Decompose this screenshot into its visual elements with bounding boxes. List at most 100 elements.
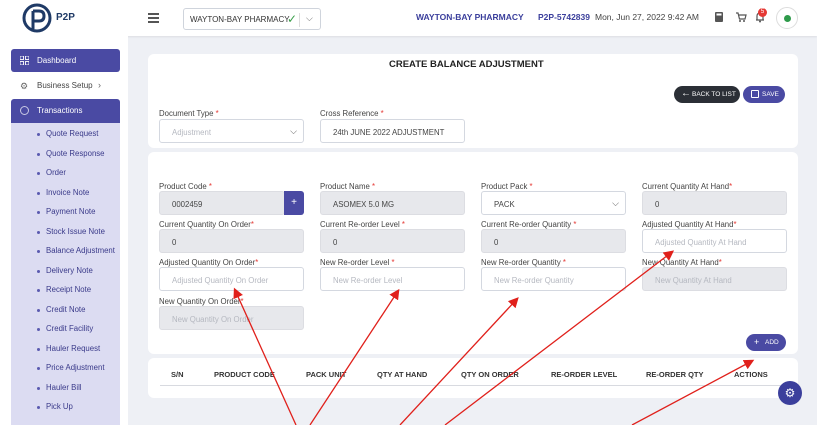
sidebar-subitem-delivery-note[interactable]: Delivery Note <box>11 262 120 280</box>
sidebar-subitem-label: Quote Request <box>46 129 99 138</box>
sidebar-item-business-setup[interactable]: ⚙ Business Setup › <box>11 76 120 96</box>
product-code-value: 0002459 <box>172 200 203 209</box>
sidebar-subitem-label: Stock Issue Note <box>46 226 105 236</box>
new-reorder-qty-placeholder: New Re-order Quantity <box>494 276 574 285</box>
add-item-button[interactable]: + ADD <box>746 334 786 351</box>
sidebar-subitem-invoice-note[interactable]: Invoice Note <box>11 184 120 202</box>
cart-icon[interactable] <box>735 11 747 23</box>
sidebar-subitem-receipt-note[interactable]: Receipt Note <box>11 281 120 299</box>
cross-reference-input[interactable]: 24th JUNE 2022 ADJUSTMENT <box>320 119 465 143</box>
app-logo[interactable] <box>22 3 52 33</box>
product-pack-select[interactable]: PACK ⌵ <box>481 191 626 215</box>
bullet-icon <box>37 172 40 175</box>
sidebar-subitem-label: Price Adjustment <box>46 363 105 372</box>
sidebar-item-dashboard[interactable]: Dashboard <box>11 49 120 72</box>
sidebar-subitem-order[interactable]: Order <box>11 164 120 182</box>
sidebar-subitem-label: Payment Note <box>46 207 96 216</box>
document-type-label: Document Type * <box>159 109 219 118</box>
new-reorder-level-input[interactable]: New Re-order Level <box>320 267 465 291</box>
current-reorder-qty-input[interactable]: 0 <box>481 229 626 253</box>
current-qty-on-order-input[interactable]: 0 <box>159 229 304 253</box>
bullet-icon <box>37 269 40 273</box>
adjusted-qty-at-hand-input[interactable]: Adjusted Quantity At Hand <box>642 229 787 253</box>
sidebar-subitem-label: Credit Note <box>46 304 86 314</box>
calculator-icon[interactable] <box>713 11 725 23</box>
new-reorder-qty-label: New Re-order Quantity * <box>481 258 566 267</box>
sidebar-item-label: Transactions <box>37 106 83 115</box>
new-qty-on-order-label: New Quantity On Order* <box>159 297 244 306</box>
sidebar-subitem-quote-request[interactable]: Quote Request <box>11 125 120 143</box>
chevron-down-icon[interactable]: ⌵ <box>306 13 313 24</box>
bullet-icon <box>37 191 40 195</box>
new-qty-at-hand-input[interactable]: New Quantity At Hand <box>642 267 787 291</box>
sidebar-subitem-label: Invoice Note <box>46 187 90 197</box>
sidebar-subitem-balance-adjustment[interactable]: Balance Adjustment <box>11 242 120 260</box>
sidebar-subitem-label: Pick Up <box>46 402 73 411</box>
new-qty-on-order-input[interactable]: New Quantity On Order <box>159 306 304 330</box>
pharmacy-name: WAYTON-BAY PHARMACY <box>416 12 524 22</box>
sidebar-subitem-price-adjustment[interactable]: Price Adjustment <box>11 359 120 377</box>
adjusted-qty-at-hand-label: Adjusted Quantity At Hand* <box>642 220 737 229</box>
column-header-qty-on-order: QTY ON ORDER <box>461 370 519 379</box>
sidebar-item-transactions[interactable]: Transactions <box>11 99 120 123</box>
current-qty-at-hand-input[interactable]: 0 <box>642 191 787 215</box>
sidebar-subitem-stock-issue-note[interactable]: Stock Issue Note <box>11 223 120 241</box>
product-code-label: Product Code * <box>159 182 212 191</box>
divider <box>299 13 300 27</box>
product-name-label: Product Name * <box>320 182 376 191</box>
sidebar-subitem-hauler-bill[interactable]: Hauler Bill <box>11 379 120 397</box>
sidebar-item-label: Dashboard <box>37 56 77 65</box>
new-qty-at-hand-placeholder: New Quantity At Hand <box>655 276 732 285</box>
store-select[interactable]: WAYTON-BAY PHARMACY ✓ ⌵ <box>183 8 321 30</box>
sidebar-subitem-hauler-request[interactable]: Hauler Request <box>11 340 120 358</box>
plus-icon: + <box>754 337 760 347</box>
sidebar-subitem-label: Credit Facility <box>46 324 94 333</box>
sidebar-subitem-pick-up[interactable]: Pick Up <box>11 398 120 416</box>
adjusted-qty-on-order-input[interactable]: Adjusted Quantity On Order <box>159 267 304 291</box>
avatar[interactable] <box>776 7 798 29</box>
top-bar: P2P WAYTON-BAY PHARMACY ✓ ⌵ WAYTON-BAY P… <box>0 0 817 36</box>
column-header-sn: S/N <box>171 370 184 379</box>
page-title: CREATE BALANCE ADJUSTMENT <box>389 59 544 70</box>
transactions-submenu: Quote Request Quote Response Order Invoi… <box>11 123 120 425</box>
table-header-divider <box>160 385 788 386</box>
column-header-pack-unit: PACK UNIT <box>306 370 347 379</box>
bullet-icon <box>37 289 40 292</box>
column-header-actions: ACTIONS <box>734 370 768 379</box>
check-icon: ✓ <box>287 12 298 26</box>
save-label: SAVE <box>762 91 779 98</box>
sidebar-subitem-label: Hauler Request <box>46 343 101 353</box>
new-qty-at-hand-label: New Quantity At Hand* <box>642 258 722 267</box>
add-product-button[interactable]: + <box>284 191 304 215</box>
new-reorder-qty-input[interactable]: New Re-order Quantity <box>481 267 626 291</box>
document-type-select[interactable]: Adjustment ⌵ <box>159 119 304 143</box>
sidebar-subitem-credit-facility[interactable]: Credit Facility <box>11 320 120 338</box>
chevron-right-icon: › <box>98 80 101 90</box>
new-qty-on-order-placeholder: New Quantity On Order <box>172 315 254 324</box>
gear-icon: ⚙ <box>20 81 29 91</box>
adjusted-qty-at-hand-placeholder: Adjusted Quantity At Hand <box>655 238 747 247</box>
sidebar-subitem-label: Receipt Note <box>46 285 92 294</box>
sidebar-subitem-label: Order <box>46 168 66 177</box>
bullet-icon <box>37 386 40 390</box>
cross-reference-value: 24th JUNE 2022 ADJUSTMENT <box>333 128 445 137</box>
current-qty-on-order-value: 0 <box>172 238 177 247</box>
settings-fab-button[interactable]: ⚙ <box>778 381 802 405</box>
product-name-input[interactable]: ASOMEX 5.0 MG <box>320 191 465 215</box>
current-qty-at-hand-label: Current Quantity At Hand* <box>642 182 733 191</box>
sidebar-subitem-payment-note[interactable]: Payment Note <box>11 203 120 221</box>
sidebar-subitem-credit-note[interactable]: Credit Note <box>11 301 120 319</box>
menu-icon[interactable] <box>148 13 159 23</box>
notification-badge: 5 <box>758 8 767 17</box>
bullet-icon <box>37 347 40 351</box>
current-reorder-level-input[interactable]: 0 <box>320 229 465 253</box>
back-to-list-button[interactable]: ← BACK TO LIST <box>674 86 740 103</box>
adjusted-qty-on-order-placeholder: Adjusted Quantity On Order <box>172 276 269 285</box>
bullet-icon <box>37 152 40 156</box>
save-icon <box>751 90 759 98</box>
product-code-input[interactable]: 0002459 <box>159 191 285 215</box>
product-name-value: ASOMEX 5.0 MG <box>333 200 395 209</box>
save-button[interactable]: SAVE <box>743 86 785 103</box>
sidebar-subitem-quote-response[interactable]: Quote Response <box>11 145 120 163</box>
sidebar-item-label: Business Setup <box>37 81 93 90</box>
